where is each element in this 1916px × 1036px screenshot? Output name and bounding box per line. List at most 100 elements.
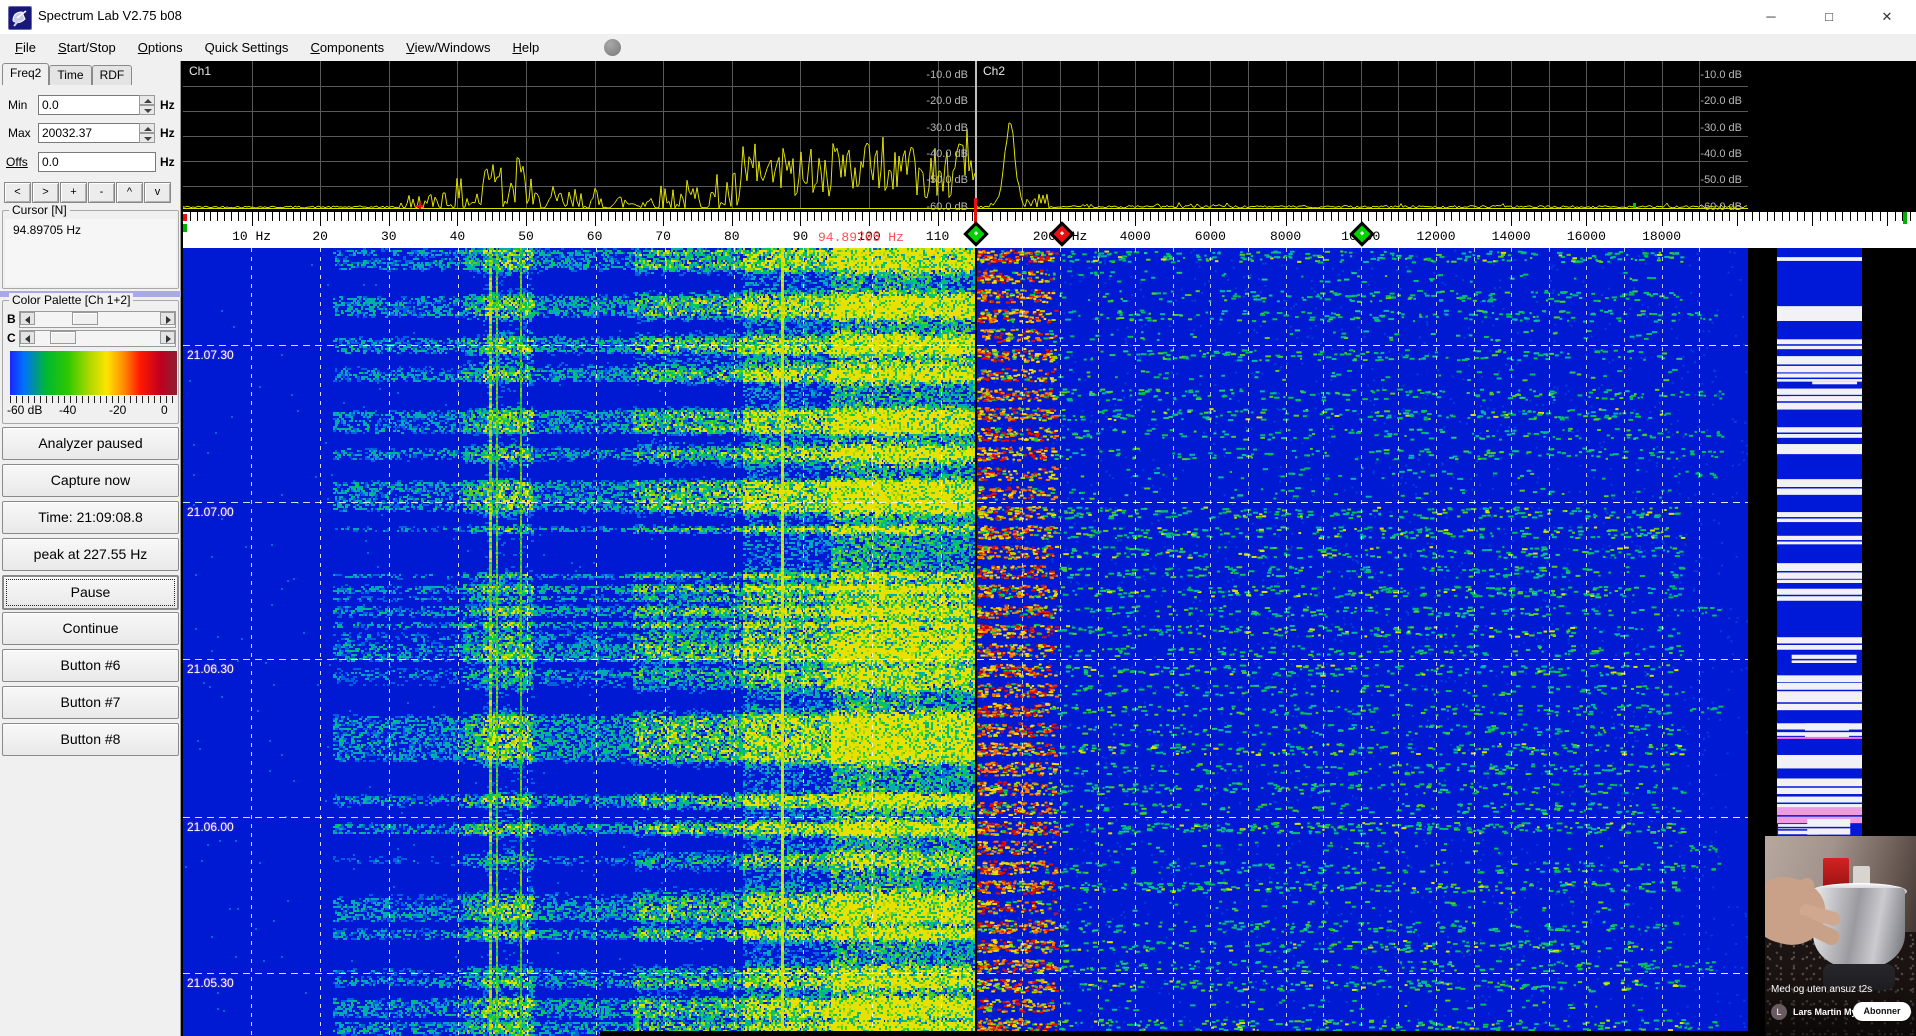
db-label: -50.0 dB <box>1672 174 1742 186</box>
scroll-left-icon[interactable] <box>20 312 35 325</box>
ruler-label-hz: 12000 <box>1416 229 1455 244</box>
bottom-window-edge <box>600 1031 1916 1036</box>
menu-help[interactable]: Help <box>501 34 550 61</box>
brightness-scrollbar[interactable] <box>19 311 176 328</box>
ruler-cursor-readout: 94.89705 Hz <box>818 230 904 245</box>
scroll-left-icon[interactable] <box>20 331 35 344</box>
min-spinner-up-icon[interactable] <box>139 95 155 105</box>
max-freq-input[interactable] <box>38 123 140 143</box>
max-label: Max <box>8 126 31 140</box>
max-spinner <box>139 123 155 143</box>
ruler-label-hz: 10 Hz <box>232 229 271 244</box>
db-label: -20.0 dB <box>1672 95 1742 107</box>
ruler-label-hz: 6000 <box>1195 229 1226 244</box>
db-label: -50.0 dB <box>898 174 968 186</box>
button-analyzer-paused[interactable]: Analyzer paused <box>2 427 179 460</box>
db-label: -30.0 dB <box>1672 122 1742 134</box>
video-channel-row: L Lars Martin Myhre Abonner <box>1771 1002 1911 1022</box>
db-label: -60.0 dB <box>898 201 968 213</box>
contrast-label: C <box>7 331 16 345</box>
ch1-waterfall-spectrogram[interactable] <box>183 248 975 1036</box>
tab-rdf[interactable]: RDF <box>92 65 133 85</box>
button-time-21-09-08-8[interactable]: Time: 21:09:08.8 <box>2 501 179 534</box>
nav-button-4[interactable]: ^ <box>116 182 143 203</box>
control-panel: Freq2TimeRDF Min Hz Max Hz Offs Hz <>+-^… <box>0 61 181 1036</box>
nav-button-1[interactable]: > <box>32 182 59 203</box>
button-button-7[interactable]: Button #7 <box>2 686 179 719</box>
palette-scale-label: -20 <box>109 403 126 417</box>
max-unit: Hz <box>160 126 175 140</box>
status-circle-icon <box>604 39 621 56</box>
video-overlay[interactable]: Med og uten ansuz t2s L Lars Martin Myhr… <box>1765 836 1916 1036</box>
button-peak-at-227-55-hz[interactable]: peak at 227.55 Hz <box>2 538 179 571</box>
offset-input[interactable] <box>38 152 156 172</box>
menu-components[interactable]: Components <box>299 34 395 61</box>
max-spinner-up-icon[interactable] <box>139 123 155 133</box>
minimize-button[interactable]: ─ <box>1742 0 1800 34</box>
waterfall-time-label: 21.07.30 <box>187 348 234 362</box>
menu-file[interactable]: File <box>4 34 47 61</box>
cursor-legend: Cursor [N] <box>9 203 70 217</box>
tab-time[interactable]: Time <box>49 65 91 85</box>
min-spinner <box>139 95 155 115</box>
tab-strip: Freq2TimeRDF <box>2 63 132 85</box>
ch1-label: Ch1 <box>189 64 211 78</box>
tab-freq2[interactable]: Freq2 <box>2 63 49 85</box>
menu-quick-settings[interactable]: Quick Settings <box>194 34 300 61</box>
offset-label[interactable]: Offs <box>6 155 28 169</box>
waterfall-time-label: 21.07.00 <box>187 505 234 519</box>
titlebar: Spectrum Lab V2.75 b08 ─ □ ✕ <box>0 0 1916 35</box>
ruler-right-green-tick <box>1903 212 1907 224</box>
menubar: FileStart/StopOptionsQuick SettingsCompo… <box>0 34 1916 61</box>
menu-view-windows[interactable]: View/Windows <box>395 34 501 61</box>
button-button-6[interactable]: Button #6 <box>2 649 179 682</box>
ruler-label-hz: 40 <box>450 229 466 244</box>
ruler-label-hz: 8000 <box>1270 229 1301 244</box>
ruler-label-hz: 90 <box>793 229 809 244</box>
menu-options[interactable]: Options <box>127 34 194 61</box>
video-text-shade <box>1765 966 1916 1036</box>
palette-scale-label: 0 <box>161 403 168 417</box>
brightness-thumb[interactable] <box>72 312 98 325</box>
ruler-label-hz: 14000 <box>1492 229 1531 244</box>
db-label: -30.0 dB <box>898 122 968 134</box>
ruler-label-hz: 50 <box>518 229 534 244</box>
maximize-button[interactable]: □ <box>1800 0 1858 34</box>
button-pause[interactable]: Pause <box>2 575 179 610</box>
db-label: -20.0 dB <box>898 95 968 107</box>
nav-button-5[interactable]: v <box>144 182 171 203</box>
nav-button-2[interactable]: + <box>60 182 87 203</box>
subscribe-button[interactable]: Abonner <box>1853 1002 1911 1021</box>
ch2-waterfall-spectrogram[interactable] <box>977 248 1748 1036</box>
db-label: -40.0 dB <box>1672 148 1742 160</box>
close-button[interactable]: ✕ <box>1858 0 1916 34</box>
offs-unit: Hz <box>160 155 175 169</box>
brightness-label: B <box>7 312 16 326</box>
ruler-label-hz: 20 <box>312 229 328 244</box>
max-spinner-down-icon[interactable] <box>139 133 155 143</box>
menu-start-stop[interactable]: Start/Stop <box>47 34 127 61</box>
nav-button-3[interactable]: - <box>88 182 115 203</box>
min-spinner-down-icon[interactable] <box>139 105 155 115</box>
contrast-scrollbar[interactable] <box>19 330 176 347</box>
palette-scale-ticks <box>10 396 177 403</box>
scroll-right-icon[interactable] <box>160 331 175 344</box>
db-label: -10.0 dB <box>1672 69 1742 81</box>
spectrum-graph-canvas[interactable] <box>183 61 1916 212</box>
window-title: Spectrum Lab V2.75 b08 <box>38 8 182 23</box>
button-capture-now[interactable]: Capture now <box>2 464 179 497</box>
scroll-right-icon[interactable] <box>160 312 175 325</box>
video-title: Med og uten ansuz t2s <box>1771 984 1911 995</box>
palette-scale-label: -60 dB <box>7 403 42 417</box>
nav-button-0[interactable]: < <box>4 182 31 203</box>
ruler-label-hz: 4000 <box>1120 229 1151 244</box>
db-label: -10.0 dB <box>898 69 968 81</box>
button-continue[interactable]: Continue <box>2 612 179 645</box>
button-button-8[interactable]: Button #8 <box>2 723 179 756</box>
db-label: -40.0 dB <box>898 148 968 160</box>
palette-legend: Color Palette [Ch 1+2] <box>9 293 133 307</box>
palette-scale-label: -40 <box>59 403 76 417</box>
ruler-label-hz: 16000 <box>1567 229 1606 244</box>
contrast-thumb[interactable] <box>50 331 76 344</box>
min-freq-input[interactable] <box>38 95 140 115</box>
